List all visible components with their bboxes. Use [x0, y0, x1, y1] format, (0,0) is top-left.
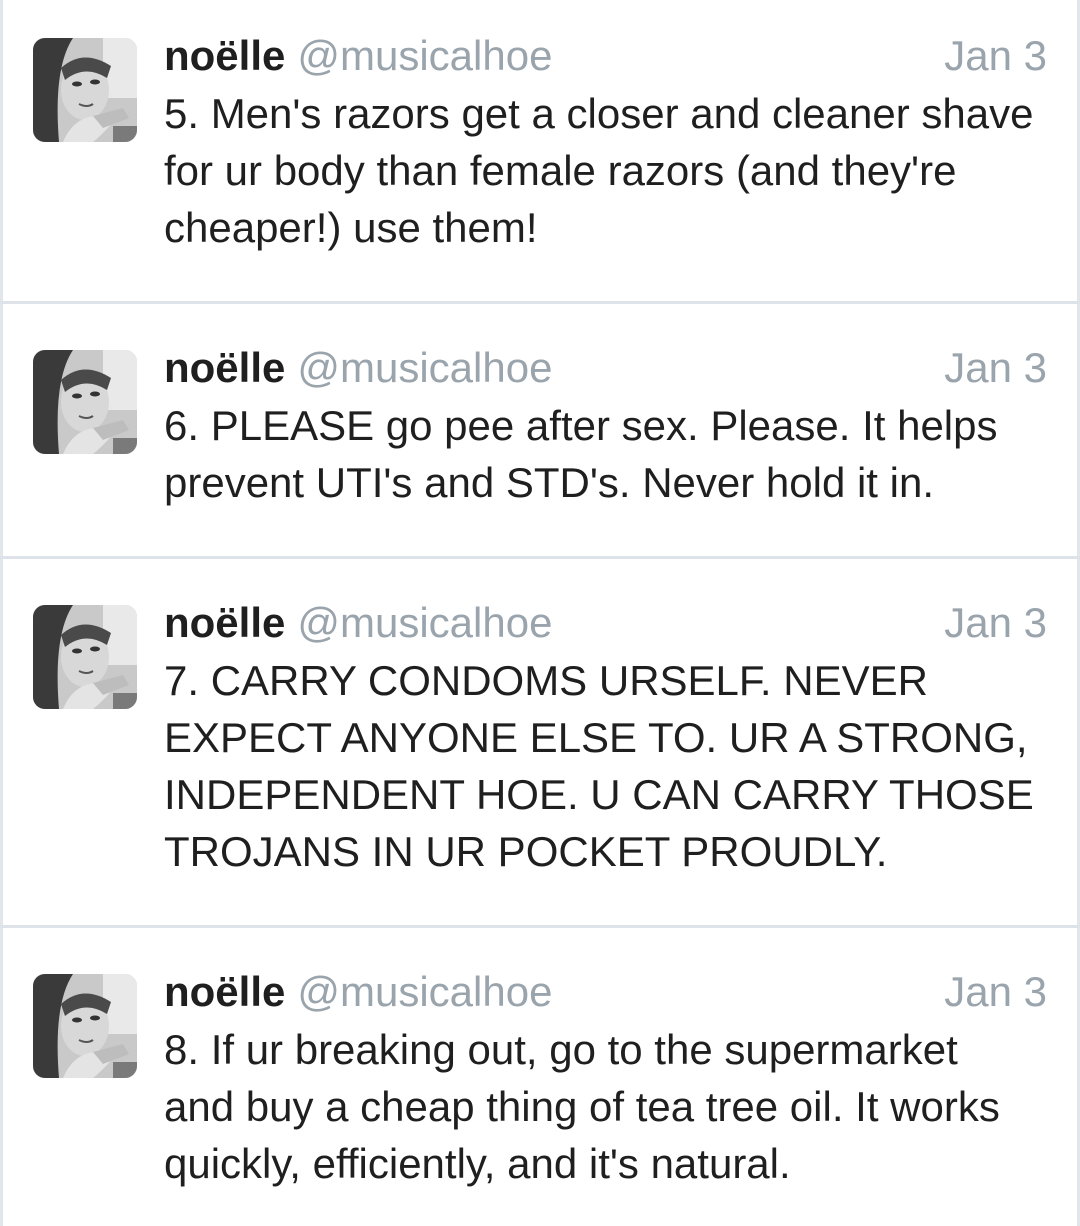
tweet-header: noëlle @musicalhoe Jan 3: [164, 32, 1047, 82]
tweet-date[interactable]: Jan 3: [944, 32, 1047, 80]
tweet-text: 8. If ur breaking out, go to the superma…: [164, 1026, 1000, 1187]
display-name[interactable]: noëlle: [164, 599, 285, 647]
tweet-date[interactable]: Jan 3: [944, 344, 1047, 392]
tweet-header: noëlle @musicalhoe Jan 3: [164, 344, 1047, 394]
user-handle[interactable]: @musicalhoe: [297, 968, 552, 1016]
tweet-text: 6. PLEASE go pee after sex. Please. It h…: [164, 402, 998, 506]
tweet-item[interactable]: noëlle @musicalhoe Jan 3 7. CARRY CONDOM…: [0, 559, 1080, 925]
tweet-feed: noëlle @musicalhoe Jan 3 5. Men's razors…: [0, 0, 1080, 1226]
display-name[interactable]: noëlle: [164, 344, 285, 392]
tweet-item[interactable]: noëlle @musicalhoe Jan 3 5. Men's razors…: [0, 0, 1080, 301]
avatar-photo-icon: [33, 350, 137, 454]
avatar-photo-icon: [33, 605, 137, 709]
user-handle[interactable]: @musicalhoe: [297, 344, 552, 392]
tweet-text: 7. CARRY CONDOMS URSELF. NEVER EXPECT AN…: [164, 657, 1034, 875]
tweet-header: noëlle @musicalhoe Jan 3: [164, 968, 1047, 1018]
avatar[interactable]: [33, 38, 137, 142]
avatar-photo-icon: [33, 974, 137, 1078]
display-name[interactable]: noëlle: [164, 968, 285, 1016]
tweet-text: 5. Men's razors get a closer and cleaner…: [164, 90, 1034, 251]
tweet-date[interactable]: Jan 3: [944, 599, 1047, 647]
tweet-date[interactable]: Jan 3: [944, 968, 1047, 1016]
tweet-item[interactable]: noëlle @musicalhoe Jan 3 6. PLEASE go pe…: [0, 304, 1080, 556]
tweet-item[interactable]: noëlle @musicalhoe Jan 3 8. If ur breaki…: [0, 928, 1080, 1226]
avatar[interactable]: [33, 605, 137, 709]
avatar-photo-icon: [33, 38, 137, 142]
avatar[interactable]: [33, 974, 137, 1078]
user-handle[interactable]: @musicalhoe: [297, 599, 552, 647]
avatar[interactable]: [33, 350, 137, 454]
tweet-header: noëlle @musicalhoe Jan 3: [164, 599, 1047, 649]
user-handle[interactable]: @musicalhoe: [297, 32, 552, 80]
display-name[interactable]: noëlle: [164, 32, 285, 80]
